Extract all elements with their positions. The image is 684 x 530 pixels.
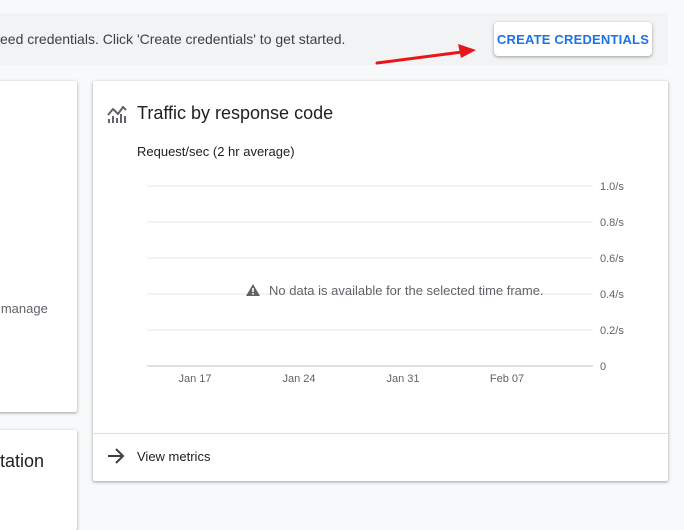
empty-message-text: No data is available for the selected ti… xyxy=(269,283,544,298)
traffic-chart: 1.0/s 0.8/s 0.6/s 0.4/s 0.2/s 0 Jan 17 Jan 24 J… xyxy=(147,181,624,385)
left-card: d manage s, xyxy=(0,81,77,412)
y-tick-label: 0.4/s xyxy=(600,289,624,301)
x-tick-label: Jan 24 xyxy=(282,373,315,385)
y-tick-label: 0.8/s xyxy=(600,217,624,229)
x-tick-label: Feb 07 xyxy=(490,373,524,385)
card-divider xyxy=(93,433,668,434)
left-card-description-line: s, xyxy=(0,317,48,334)
y-tick-label: 0.2/s xyxy=(600,325,624,337)
left-card-description-line: d manage xyxy=(0,301,48,316)
y-tick-label: 1.0/s xyxy=(600,181,624,193)
warning-icon xyxy=(246,284,260,296)
chart-subtitle: Request/sec (2 hr average) xyxy=(137,144,295,159)
y-tick-label: 0.6/s xyxy=(600,253,624,265)
view-metrics-link[interactable]: View metrics xyxy=(107,447,210,465)
x-tick-label: Jan 17 xyxy=(178,373,211,385)
traffic-card-title: Traffic by response code xyxy=(137,103,334,123)
left-card-description: d manage s, xyxy=(0,300,48,334)
create-credentials-button[interactable]: CREATE CREDENTIALS xyxy=(494,22,652,56)
documentation-card: ntation xyxy=(0,430,77,530)
x-tick-label: Jan 31 xyxy=(386,373,419,385)
traffic-card-header: Traffic by response code xyxy=(107,103,333,124)
chart-icon xyxy=(107,105,127,123)
banner-message: eed credentials. Click 'Create credentia… xyxy=(0,31,346,47)
view-metrics-label: View metrics xyxy=(137,448,211,464)
y-tick-label: 0 xyxy=(600,361,606,373)
traffic-card: Traffic by response code Request/sec (2 … xyxy=(93,81,668,481)
arrow-right-icon xyxy=(108,448,125,464)
documentation-card-heading: ntation xyxy=(0,451,45,471)
credentials-banner: eed credentials. Click 'Create credentia… xyxy=(0,13,668,65)
annotation-arrow-icon xyxy=(375,44,476,65)
chart-empty-message: No data is available for the selected ti… xyxy=(246,283,544,298)
